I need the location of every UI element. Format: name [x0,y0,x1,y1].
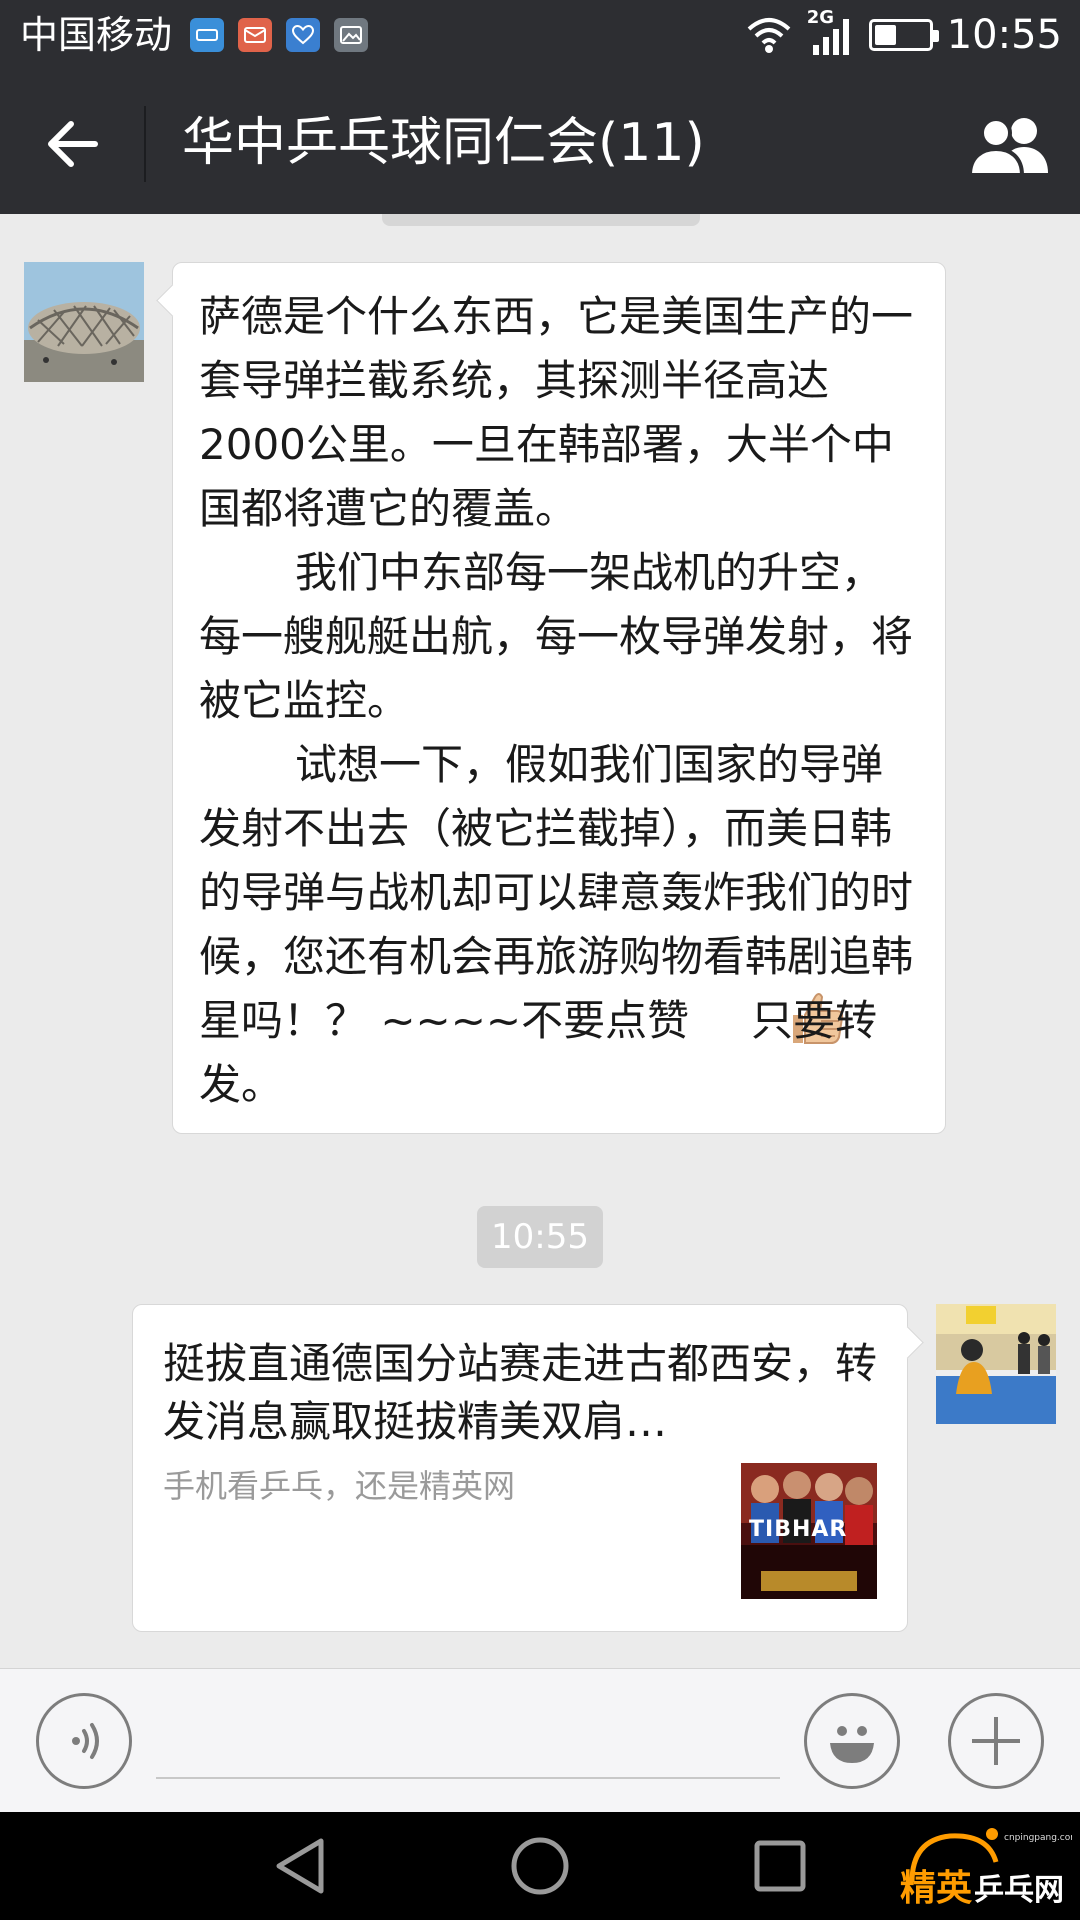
link-card-title: 挺拔直通德国分站赛走进古都西安，转发消息赢取挺拔精美双肩… [163,1339,877,1446]
status-bar: 中国移动 2G 10:55 [0,0,1080,72]
more-options-button[interactable] [948,1693,1044,1789]
nav-back-button[interactable] [266,1832,334,1900]
watermark-brand: 精英 [900,1868,973,1909]
status-clock: 10:55 [946,12,1062,58]
incoming-message-bubble[interactable]: 萨德是个什么东西，它是美国生产的一套导弹拦截系统，其探测半径高达2000公里。一… [172,262,946,1134]
outgoing-link-card[interactable]: 挺拔直通德国分站赛走进古都西安，转发消息赢取挺拔精美双肩… 手机看乒乓，还是精英… [132,1304,908,1632]
message-input[interactable] [156,1703,780,1779]
back-button[interactable] [30,102,114,186]
health-icon [286,18,320,52]
link-card-description: 手机看乒乓，还是精英网 [163,1467,516,1505]
square-recents-icon [754,1840,806,1892]
arrow-left-icon [48,121,98,167]
watermark-url: cnpingpang.com [1004,1833,1072,1843]
circle-home-icon [511,1837,569,1895]
message-paragraph: 萨德是个什么东西，它是美国生产的一套导弹拦截系统，其探测半径高达2000公里。一… [199,292,914,533]
message-paragraph: 试想一下，假如我们国家的导弹发射不出去（被它拦截掉），而美日韩的导弹与战机却可以… [199,733,919,1117]
watermark-brand-2: 乒乓网 [974,1873,1064,1908]
voice-input-button[interactable] [36,1693,132,1789]
carrier-name: 中国移动 [20,13,173,57]
group-icon [968,117,1048,177]
app-icon [190,18,224,52]
message-paragraph: 我们中东部每一架战机的升空，每一艘舰艇出航，每一枚导弹发射，将被它监控。 [199,548,914,725]
chat-title: 华中乒乓球同仁会(11) [182,113,705,173]
pull-down-indicator [382,214,700,226]
wifi-icon [747,18,791,53]
gallery-icon [334,18,368,52]
emoji-button[interactable] [804,1693,900,1789]
own-avatar[interactable] [936,1304,1056,1424]
incoming-message-text: 萨德是个什么东西，它是美国生产的一套导弹拦截系统，其探测半径高达2000公里。一… [199,285,919,1117]
thumbnail-brand-text: TIBHAR [749,1517,848,1542]
system-icons: 2G 10:55 [745,7,1062,60]
chat-header: 华中乒乓球同仁会(11) [0,72,1080,214]
group-members-button[interactable] [964,100,1056,192]
thumbs-up-emoji-icon [691,991,844,1045]
chat-input-bar [0,1668,1080,1812]
smiley-icon [830,1726,874,1763]
plus-icon [972,1717,1020,1765]
message-timestamp: 10:55 [477,1206,603,1268]
nav-home-button[interactable] [506,1832,574,1900]
notification-icons [190,18,368,52]
triangle-back-icon [276,1838,324,1894]
mail-icon [238,18,272,52]
nav-recents-button[interactable] [746,1832,814,1900]
header-divider [144,106,146,182]
site-watermark-logo: cnpingpang.com 精英 乒乓网 [892,1822,1079,1918]
sender-avatar[interactable] [24,262,144,382]
link-card-thumbnail: TIBHAR [741,1463,877,1599]
voice-icon [72,1723,99,1759]
signal-icon: 2G [807,7,855,59]
system-navigation-bar: cnpingpang.com 精英 乒乓网 [0,1812,1080,1920]
battery-icon [868,19,939,51]
